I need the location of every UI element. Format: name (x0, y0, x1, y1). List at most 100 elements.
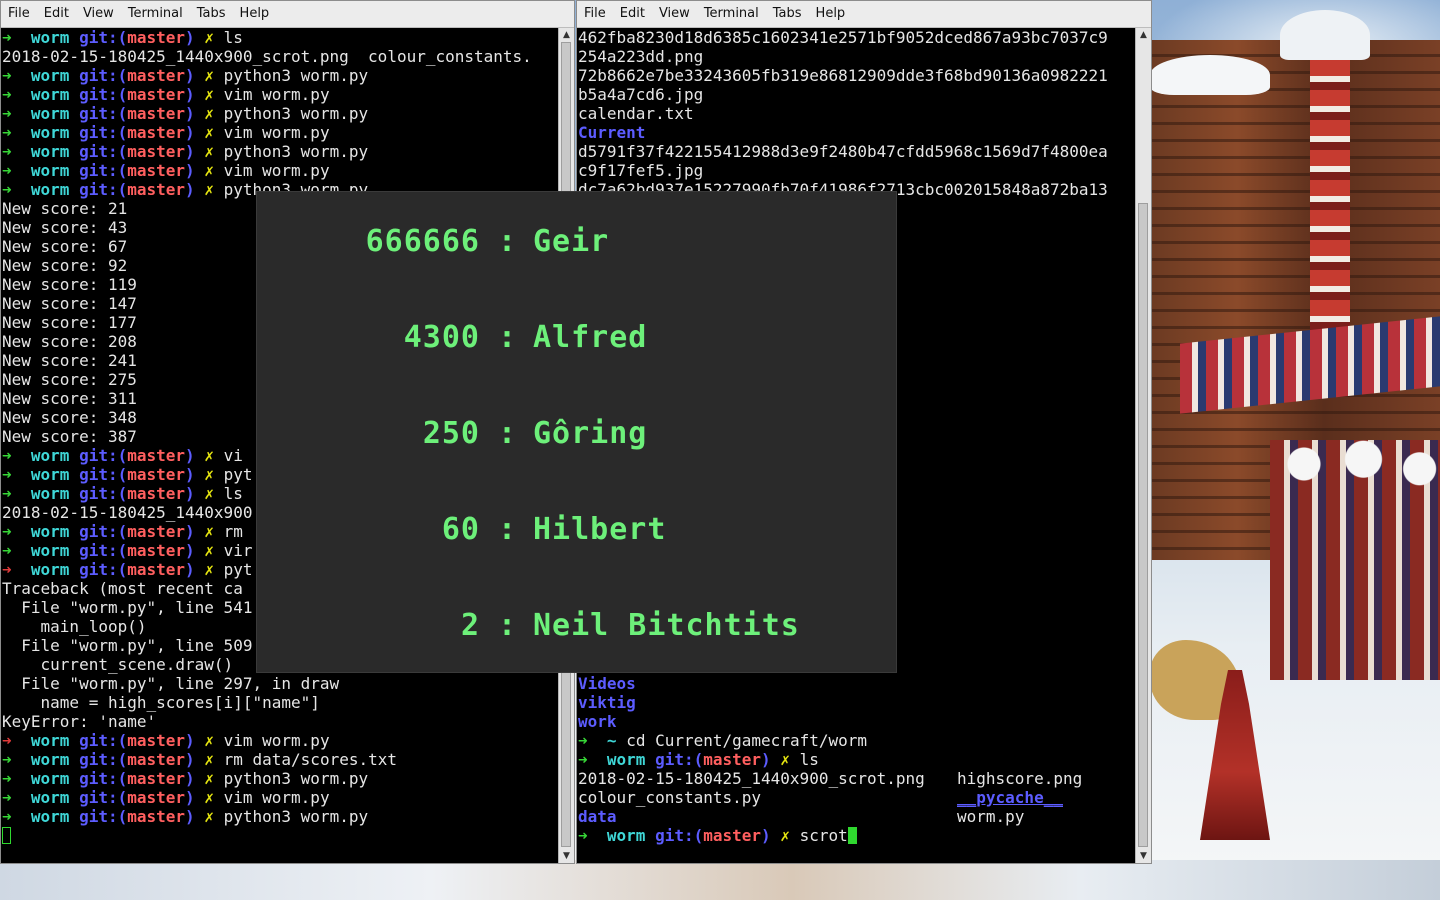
highscore-name: Geir (533, 224, 610, 259)
terminal-line (1, 826, 559, 845)
prompt-directory: ~ (606, 731, 617, 750)
prompt-git-branch: master (703, 750, 762, 769)
highscore-separator: : (498, 224, 518, 259)
prompt-git-branch: master (127, 769, 186, 788)
wallpaper-snow (1280, 10, 1370, 60)
terminal-line: d5791f37f422155412988d3e9f2480b47cfdd596… (577, 142, 1135, 161)
menu-file[interactable]: File (577, 1, 613, 27)
menu-help[interactable]: Help (809, 1, 853, 27)
terminal-line: ➜ worm git:(master) ✗ vim worm.py (1, 731, 559, 750)
terminal-line: ➜ worm git:(master) ✗ vim worm.py (1, 85, 559, 104)
dirty-mark-icon: ✗ (204, 465, 214, 484)
terminal-line: ➜ ~ cd Current/gamecraft/worm (577, 731, 1135, 750)
terminal-line: 462fba8230d18d6385c1602341e2571bf9052dce… (577, 28, 1135, 47)
prompt-command: scrot (799, 826, 848, 845)
prompt-directory: worm (30, 484, 70, 503)
prompt-arrow-icon: ➜ (2, 28, 12, 47)
scroll-down-icon[interactable]: ▼ (559, 849, 574, 863)
menu-view[interactable]: View (76, 1, 121, 27)
terminal-text: New score: 147 (2, 294, 137, 313)
prompt-command: vim worm.py (223, 731, 330, 750)
terminal-text: b5a4a7cd6.jpg (578, 85, 704, 104)
highscore-value: 250 (422, 416, 480, 451)
highscore-row: 666666 : Geir (257, 224, 898, 264)
dirty-mark-icon: ✗ (204, 731, 214, 750)
dirty-mark-icon: ✗ (204, 104, 214, 123)
terminal-text: Current (578, 123, 646, 142)
prompt-git-label: ) (185, 142, 195, 161)
menu-edit[interactable]: Edit (613, 1, 652, 27)
highscore-name: Hilbert (533, 512, 667, 547)
wallpaper-snowy-ground (0, 860, 1440, 900)
menu-terminal[interactable]: Terminal (121, 1, 190, 27)
terminal-line: work (577, 712, 1135, 731)
scroll-down-icon[interactable]: ▼ (1136, 849, 1151, 863)
menu-tabs[interactable]: Tabs (766, 1, 809, 27)
prompt-command: vim worm.py (223, 85, 330, 104)
scrollbar[interactable]: ▲ ▼ (1135, 28, 1151, 863)
highscore-separator: : (498, 320, 518, 355)
prompt-git-label: ) (185, 484, 195, 503)
scrollbar-thumb[interactable] (1138, 203, 1148, 847)
highscore-separator: : (498, 608, 518, 643)
menu-terminal[interactable]: Terminal (697, 1, 766, 27)
prompt-command: vi (223, 446, 243, 465)
prompt-directory: worm (30, 465, 70, 484)
file-entry: 2018-02-15-180425_1440x900_scrot.png (578, 769, 925, 788)
menu-tabs[interactable]: Tabs (190, 1, 233, 27)
prompt-arrow-icon: ➜ (2, 788, 12, 807)
prompt-git-branch: master (127, 541, 186, 560)
prompt-arrow-icon: ➜ (2, 465, 12, 484)
terminal-line: ➜ worm git:(master) ✗ ls (577, 750, 1135, 769)
menu-view[interactable]: View (652, 1, 697, 27)
terminal-cursor (2, 827, 11, 844)
terminal-line: 254a223dd.png (577, 47, 1135, 66)
dirty-mark-icon: ✗ (204, 66, 214, 85)
prompt-git-label: ) (185, 731, 195, 750)
prompt-git-label: git:( (79, 807, 128, 826)
prompt-git-label: ) (185, 560, 195, 579)
dirty-mark-icon: ✗ (780, 750, 790, 769)
directory-entry: __pycache__ (957, 788, 1063, 807)
menu-help[interactable]: Help (233, 1, 277, 27)
file-entry: highscore.png (957, 769, 1083, 788)
prompt-arrow-icon: ➜ (2, 522, 12, 541)
prompt-git-label: git:( (79, 104, 128, 123)
dirty-mark-icon: ✗ (204, 484, 214, 503)
terminal-text: File "worm.py", line 509 (2, 636, 253, 655)
prompt-directory: worm (30, 541, 70, 560)
dirty-mark-icon: ✗ (204, 541, 214, 560)
prompt-git-label: ) (185, 66, 195, 85)
dirty-mark-icon: ✗ (204, 788, 214, 807)
prompt-git-label: git:( (79, 731, 128, 750)
highscore-separator: : (498, 512, 518, 547)
prompt-git-branch: master (127, 104, 186, 123)
prompt-arrow-icon: ➜ (2, 104, 12, 123)
menu-file[interactable]: File (1, 1, 37, 27)
prompt-git-label: ) (185, 446, 195, 465)
prompt-git-label: git:( (79, 28, 128, 47)
prompt-git-label: git:( (79, 484, 128, 503)
menu-edit[interactable]: Edit (37, 1, 76, 27)
prompt-git-label: git:( (79, 769, 128, 788)
highscore-value: 666666 (365, 224, 480, 259)
prompt-git-branch: master (127, 180, 186, 199)
prompt-command: python3 worm.py (223, 807, 369, 826)
highscore-name: Gôring (533, 416, 648, 451)
prompt-git-label: git:( (79, 123, 128, 142)
game-highscore-window[interactable]: 666666 : Geir 4300 : Alfred 250 : Gôring… (256, 191, 897, 673)
prompt-git-label: git:( (79, 142, 128, 161)
prompt-git-branch: master (127, 66, 186, 85)
scroll-up-icon[interactable]: ▲ (559, 28, 574, 42)
scroll-up-icon[interactable]: ▲ (1136, 28, 1151, 42)
prompt-git-label: git:( (79, 750, 128, 769)
prompt-directory: worm (30, 28, 70, 47)
prompt-git-label: git:( (79, 465, 128, 484)
file-entry: worm.py (957, 807, 1025, 826)
prompt-directory: worm (30, 750, 70, 769)
terminal-line: ➜ worm git:(master) ✗ scrot (577, 826, 1135, 845)
prompt-command: python3 worm.py (223, 769, 369, 788)
terminal-text: New score: 275 (2, 370, 137, 389)
terminal-line: ➜ worm git:(master) ✗ python3 worm.py (1, 807, 559, 826)
prompt-directory: worm (30, 85, 70, 104)
